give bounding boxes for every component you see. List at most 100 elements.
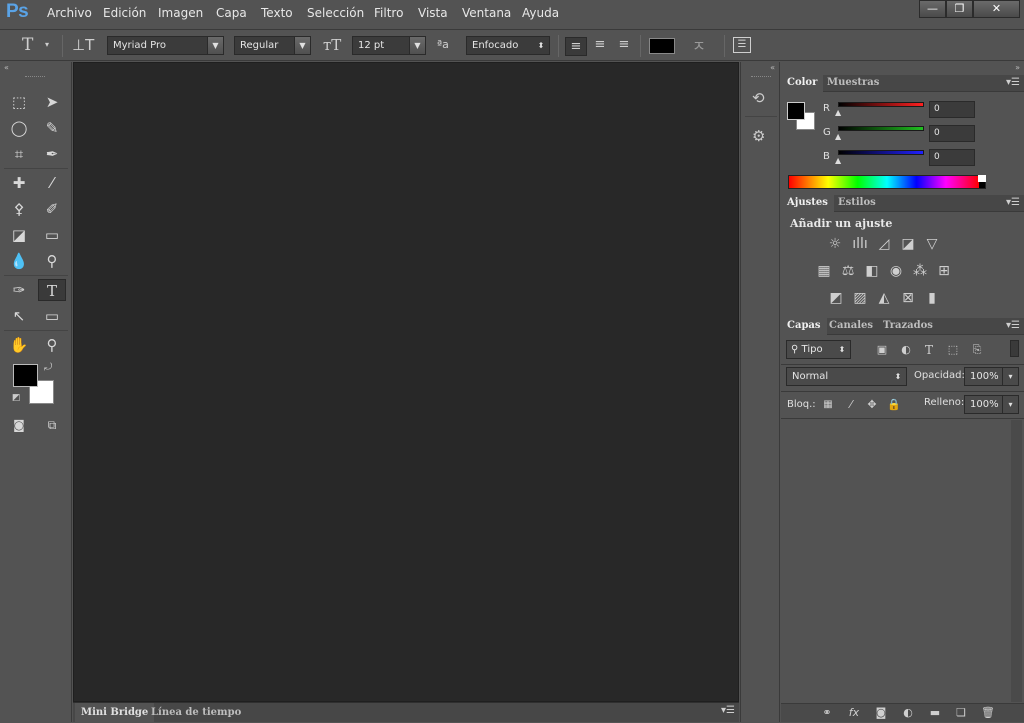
eyedropper-icon[interactable]: ✒ [40,143,64,165]
delete-layer-icon[interactable]: 🗑 [979,705,997,721]
tab-mini-bridge[interactable]: Mini Bridge [75,703,155,723]
new-adjustment-icon[interactable]: ◐ [899,705,917,721]
opacity-field[interactable]: 100% ▾ [964,367,1019,386]
healing-icon[interactable]: ✚ [7,172,31,194]
antialias-select[interactable]: Enfocado ⬍ [466,36,550,55]
warp-text-icon[interactable]: ㅈ [692,35,706,56]
channel-r-slider[interactable] [838,102,924,107]
tab-styles[interactable]: Estilos [832,195,882,212]
zoom-icon[interactable]: ⚲ [40,334,64,356]
filter-toggle[interactable] [1010,340,1019,357]
fill-field[interactable]: 100% ▾ [964,395,1019,414]
channel-b-field[interactable]: 0 [929,149,975,166]
tab-adjustments[interactable]: Ajustes [781,195,834,212]
dodge-icon[interactable]: ⚲ [40,250,64,272]
expand-icon[interactable]: « [770,63,775,72]
move-icon[interactable]: ➤ [40,91,64,113]
panel-menu-icon[interactable]: ▾☰ [1006,320,1020,331]
blur-icon[interactable]: 💧 [7,250,31,272]
threshold-icon[interactable]: ◭ [875,290,893,306]
tab-paths[interactable]: Trazados [877,318,939,335]
slider-thumb[interactable]: ▲ [835,108,841,117]
exposure-icon[interactable]: ◪ [899,236,917,252]
smart-object-filter-icon[interactable]: ⎘ [968,342,986,358]
blend-mode-select[interactable]: Normal ⬍ [786,367,907,386]
panel-menu-icon[interactable]: ▾☰ [721,705,735,716]
gradient-map-icon[interactable]: ▮ [923,290,941,306]
ramp-white-chip[interactable] [978,175,986,182]
menu-imagen[interactable]: Imagen [158,6,203,20]
grip[interactable] [25,76,45,78]
align-center-icon[interactable]: ≡ [590,37,610,52]
tab-layers[interactable]: Capas [781,318,827,335]
collapse-icon[interactable]: « [4,63,9,72]
levels-icon[interactable]: ıllı [851,236,869,252]
selective-color-icon[interactable]: ⊠ [899,290,917,306]
hue-saturation-icon[interactable]: ▦ [815,263,833,279]
menu-seleccion[interactable]: Selección [307,6,364,20]
rectangle-icon[interactable]: ▭ [40,305,64,327]
minimize-button[interactable]: — [919,0,946,18]
vibrance-icon[interactable]: ▽ [923,236,941,252]
font-size-select[interactable]: 12 pt ▼ [352,36,426,55]
lock-transparent-icon[interactable]: ▦ [819,397,837,413]
lock-position-icon[interactable]: ✥ [863,397,881,413]
adjustment-layer-filter-icon[interactable]: ◐ [897,342,915,358]
quick-selection-icon[interactable]: ✎ [40,117,64,139]
menu-ayuda[interactable]: Ayuda [522,6,559,20]
brush-icon[interactable]: ⁄ [40,172,64,194]
slider-thumb[interactable]: ▲ [835,132,841,141]
layers-scrollbar[interactable] [1011,420,1022,702]
collapse-icon[interactable]: » [1015,63,1020,72]
default-colors-icon[interactable]: ◩ [12,393,21,403]
lasso-icon[interactable]: ◯ [7,117,31,139]
tab-swatches[interactable]: Muestras [821,75,885,92]
align-left-icon[interactable]: ≡ [565,37,587,56]
marquee-icon[interactable]: ⬚ [7,91,31,113]
menu-ventana[interactable]: Ventana [462,6,511,20]
character-panel-icon[interactable]: ☰ [733,37,751,53]
layer-style-icon[interactable]: fx [845,705,863,721]
restore-button[interactable]: ❐ [946,0,973,18]
tab-color[interactable]: Color [781,75,824,92]
channel-b-slider[interactable] [838,150,924,155]
type-icon[interactable]: T [38,279,66,301]
panel-menu-icon[interactable]: ▾☰ [1006,77,1020,88]
new-layer-icon[interactable]: ❏ [952,705,970,721]
slider-thumb[interactable]: ▲ [835,156,841,165]
crop-icon[interactable]: ⌗ [7,143,31,165]
tab-timeline[interactable]: Línea de tiempo [145,703,247,723]
channel-mixer-icon[interactable]: ⁂ [911,263,929,279]
menu-texto[interactable]: Texto [261,6,293,20]
hand-icon[interactable]: ✋ [7,334,31,356]
tab-channels[interactable]: Canales [823,318,879,335]
history-icon[interactable]: ⟲ [752,89,765,107]
foreground-color-swatch[interactable] [13,364,38,387]
stamp-icon[interactable]: ⚴ [7,198,31,220]
type-tool-preset-icon[interactable]: T [22,35,33,55]
curves-icon[interactable]: ◿ [875,236,893,252]
color-ramp[interactable] [788,175,986,189]
gradient-icon[interactable]: ▭ [40,224,64,246]
eraser-icon[interactable]: ◪ [7,224,31,246]
menu-capa[interactable]: Capa [216,6,247,20]
align-right-icon[interactable]: ≡ [614,37,634,52]
path-selection-icon[interactable]: ↖ [7,305,31,327]
channel-g-slider[interactable] [838,126,924,131]
type-layer-filter-icon[interactable]: T [920,342,938,358]
invert-icon[interactable]: ◩ [827,290,845,306]
history-brush-icon[interactable]: ✐ [40,198,64,220]
new-group-icon[interactable]: ▬ [926,705,944,721]
menu-filtro[interactable]: Filtro [374,6,403,20]
close-button[interactable]: ✕ [973,0,1020,18]
add-mask-icon[interactable]: ◙ [872,705,890,721]
layer-filter-kind-select[interactable]: ⚲ Tipo ⬍ [786,340,851,359]
chevron-down-icon[interactable]: ▾ [45,40,49,49]
color-lookup-icon[interactable]: ⊞ [935,263,953,279]
photo-filter-icon[interactable]: ◉ [887,263,905,279]
menu-archivo[interactable]: Archivo [47,6,92,20]
color-balance-icon[interactable]: ⚖ [839,263,857,279]
pixel-layer-filter-icon[interactable]: ▣ [873,342,891,358]
posterize-icon[interactable]: ▨ [851,290,869,306]
font-family-select[interactable]: Myriad Pro ▼ [107,36,224,55]
